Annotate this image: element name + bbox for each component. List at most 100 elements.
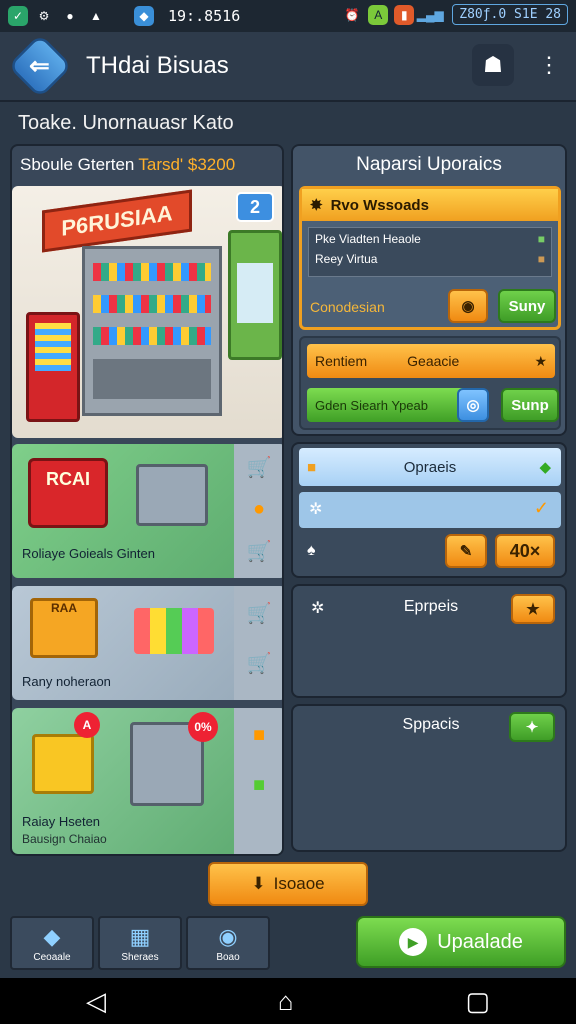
- store-cash: Tarsd' $3200: [138, 155, 236, 174]
- clock: 19:.8516: [168, 7, 241, 25]
- detail-row: Reey Virtua ■: [315, 252, 545, 266]
- buy-button[interactable]: Sunp: [501, 388, 559, 422]
- goods-stack: [134, 608, 214, 654]
- release-button-label: Isoaoe: [273, 874, 325, 893]
- shop-card-baskets[interactable]: A 0% ■ ■ Raiay Hseten Bausign Chaiao: [12, 708, 282, 854]
- recents-icon[interactable]: ▢: [465, 986, 490, 1017]
- shelf-sign: RAA: [30, 598, 98, 658]
- star-icon: ✸: [310, 197, 323, 214]
- chest-icon: ■: [307, 458, 317, 476]
- buy-button[interactable]: Suny: [498, 289, 556, 323]
- gem-icon: ◆: [43, 923, 61, 949]
- upgrades-title: Naparsi Uporaics: [356, 154, 502, 175]
- box-icon: ■: [537, 232, 545, 246]
- featured-title: ✸ Rvo Wssoads: [302, 189, 558, 221]
- store-panel-title: Sboule Gterten: [20, 155, 135, 174]
- card-side-icons: 🛒 🛒: [234, 586, 282, 700]
- shop-card-shelves[interactable]: RAA 🛒 🛒 Rany noheraon: [12, 586, 282, 700]
- app-notification-icon: ✓: [8, 6, 28, 26]
- back-icon[interactable]: ◁: [86, 986, 106, 1017]
- hammer-icon: ✎: [459, 543, 473, 560]
- app-icon: A: [368, 4, 389, 25]
- system-nav: ◁ ⌂ ▢: [0, 978, 576, 1024]
- cart-icon[interactable]: 🛒: [244, 598, 274, 628]
- boost-icon: ✦: [525, 719, 539, 736]
- shield-icon: ◆: [134, 6, 154, 26]
- media-icon: ▮: [394, 4, 415, 25]
- item-detail: Geaacie: [407, 353, 460, 369]
- card-caption: Roliaye Goieals Ginten: [22, 546, 155, 561]
- crate-icon[interactable]: ■: [244, 770, 274, 800]
- card-caption-secondary: Bausign Chaiao: [22, 832, 107, 846]
- battery-indicator: Z80ƒ.0 Ѕ1E 28: [452, 4, 568, 25]
- detail-row: Pke Viadten Heaole ■: [315, 232, 545, 246]
- coin-icon: ◉: [461, 298, 475, 315]
- cart-icon[interactable]: 🛒: [244, 536, 274, 566]
- upgrade-group-1: Naparsi Uporaics ✸ Rvo Wssoads Pke Viadt…: [291, 144, 567, 436]
- download-icon: ⬇: [251, 874, 266, 893]
- box-icon: ■: [537, 252, 545, 266]
- nav-tab-home[interactable]: ◆ Ceoaale: [10, 916, 94, 970]
- discount-badge: A: [74, 712, 100, 738]
- location-icon: ●: [66, 9, 74, 23]
- upgrade-card-featured[interactable]: ✸ Rvo Wssoads Pke Viadten Heaole ■ Reey V…: [299, 186, 561, 330]
- check-icon: ✓: [533, 498, 549, 518]
- group-title: Opraeis: [403, 458, 457, 476]
- cart-icon[interactable]: 🛒: [244, 452, 274, 482]
- more-vertical-icon: ⋮: [538, 52, 560, 77]
- star-icon: ★: [534, 352, 547, 369]
- rocket-icon: ◉: [218, 923, 238, 949]
- store-panel-header: Sboule Gterten Tarsd' $3200: [12, 146, 282, 184]
- group-header: ■ Opraeis ◆: [299, 448, 561, 486]
- featured-detail-list: Pke Viadten Heaole ■ Reey Virtua ■: [308, 227, 552, 277]
- detail-row-label: Reey Virtua: [315, 252, 378, 266]
- store-sign: P6RUSIAA: [42, 189, 192, 253]
- card-caption: Rany noheraon: [22, 674, 111, 689]
- upgrade-row[interactable]: ✲ ✓: [299, 492, 561, 528]
- store-panel: Sboule Gterten Tarsd' $3200 P6RUSIAA 2 R…: [10, 144, 284, 856]
- nav-tab-label: Sheraes: [121, 951, 159, 963]
- card-side-icons: 🛒 ● 🛒: [234, 444, 282, 578]
- hand-icon: ♠: [307, 542, 316, 559]
- hammer-button[interactable]: ✎: [445, 534, 487, 568]
- upgrade-group-3: ✲ Eprpeis ★: [291, 584, 567, 698]
- shop-card-register[interactable]: RCAI 🛒 ● 🛒 Roliaye Goieals Ginten: [12, 444, 282, 578]
- app-bar: ⇐ THdai Bisuas ☗ ⋮: [0, 32, 576, 102]
- star-button[interactable]: ★: [511, 594, 555, 624]
- boost-button[interactable]: ✦: [509, 712, 555, 742]
- home-icon[interactable]: ⌂: [278, 986, 294, 1017]
- gear-icon: ✲: [309, 501, 323, 518]
- coin-icon[interactable]: ●: [244, 494, 274, 524]
- grid-icon: ▦: [129, 923, 151, 949]
- item-row[interactable]: Rentiem Geaacie ★: [307, 344, 555, 378]
- upgrade-card-secondary[interactable]: Rentiem Geaacie ★ Gden Siearh Ypeab ◎ Su…: [299, 336, 561, 430]
- store-level-badge[interactable]: 2: [236, 192, 274, 222]
- settings-icon: ⚙: [38, 9, 50, 23]
- search-button[interactable]: ◎: [457, 388, 489, 422]
- store-preview[interactable]: P6RUSIAA 2: [12, 186, 282, 438]
- lock-icon: ▲: [90, 9, 102, 23]
- more-menu-button[interactable]: ⋮: [528, 44, 570, 86]
- nav-tab-label: Ceoaale: [33, 951, 71, 963]
- vending-machine: [26, 312, 80, 422]
- lock-icon[interactable]: ■: [244, 720, 274, 750]
- card-caption: Raiay Hseten: [22, 814, 101, 829]
- back-arrow-icon: ⇐: [29, 52, 51, 80]
- cart-icon[interactable]: 🛒: [244, 648, 274, 678]
- release-button[interactable]: ⬇ Isoaoe: [208, 862, 368, 906]
- card-side-icons: ■ ■: [234, 708, 282, 854]
- nav-tab-boost[interactable]: ◉ Boao: [186, 916, 270, 970]
- coin-upgrade-button[interactable]: ◉: [448, 289, 488, 323]
- nav-tab-label: Boao: [216, 951, 240, 963]
- multiplier-button[interactable]: 40×: [495, 534, 555, 568]
- back-button[interactable]: ⇐: [7, 33, 73, 99]
- bottom-nav: ◆ Ceoaale ▦ Sheraes ◉ Boao: [10, 916, 344, 970]
- detail-row-label: Pke Viadten Heaole: [315, 232, 421, 246]
- featured-footer: Conodesian: [310, 299, 385, 315]
- play-icon: ▶: [399, 928, 428, 956]
- percent-badge: 0%: [188, 712, 218, 742]
- nav-tab-shelves[interactable]: ▦ Sheraes: [98, 916, 182, 970]
- profile-button[interactable]: ☗: [472, 44, 514, 86]
- upgrade-button[interactable]: ▶ Upaalade: [356, 916, 566, 968]
- boost-icon: ◆: [539, 459, 551, 476]
